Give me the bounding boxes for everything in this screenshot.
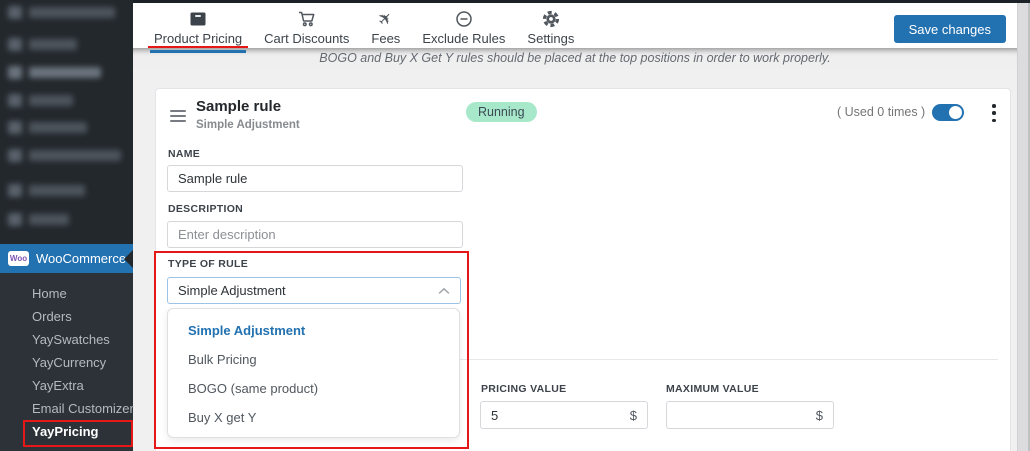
drag-handle-icon[interactable] [170, 110, 186, 122]
product-box-icon [188, 9, 208, 29]
menu-icon [8, 184, 22, 197]
maximum-value-label: MAXIMUM VALUE [666, 383, 759, 395]
active-tab-indicator [150, 50, 247, 53]
sidebar-item-yaycurrency[interactable]: YayCurrency [0, 351, 133, 374]
description-label: DESCRIPTION [168, 203, 244, 215]
sidebar-item-woocommerce[interactable]: Woo WooCommerce [0, 244, 133, 273]
notice-banner: BOGO and Buy X Get Y rules should be pla… [133, 48, 1017, 68]
sidebar-item-orders[interactable]: Orders [0, 305, 133, 328]
currency-suffix: $ [815, 407, 823, 423]
menu-icon [8, 6, 22, 19]
tab-product-pricing[interactable]: Product Pricing [148, 3, 249, 53]
menu-icon [8, 149, 22, 162]
option-buy-x-get-y[interactable]: Buy X get Y [168, 403, 459, 432]
redacted-label [29, 122, 87, 133]
type-of-rule-dropdown: Simple Adjustment Bulk Pricing BOGO (sam… [167, 308, 460, 438]
sidebar-item-home[interactable]: Home [0, 282, 133, 305]
description-input[interactable] [167, 221, 463, 248]
redacted-menu-item[interactable] [8, 149, 121, 163]
currency-suffix: $ [629, 407, 637, 423]
active-menu-arrow-icon [124, 249, 133, 268]
pricing-value-field: $ [480, 401, 648, 429]
chevron-up-icon [438, 287, 450, 294]
type-of-rule-select[interactable]: Simple Adjustment [167, 277, 461, 304]
maximum-value-field: $ [666, 401, 834, 429]
option-bogo-same-product[interactable]: BOGO (same product) [168, 374, 459, 403]
pricing-value-label: PRICING VALUE [481, 383, 567, 395]
menu-icon [8, 94, 22, 107]
woocommerce-icon: Woo [8, 251, 29, 266]
sidebar-item-email-customizer[interactable]: Email Customizer [0, 397, 134, 420]
redacted-label [29, 95, 73, 106]
menu-icon [8, 213, 22, 226]
sidebar-item-yayswatches[interactable]: YaySwatches [0, 328, 133, 351]
name-input[interactable] [167, 165, 463, 192]
gear-icon [541, 9, 561, 29]
sidebar-item-label: WooCommerce [36, 251, 127, 266]
minus-circle-icon [454, 9, 474, 29]
annotation-underline-product-pricing [148, 46, 249, 48]
plane-icon: ✈ [373, 6, 398, 31]
rule-enabled-toggle[interactable] [932, 104, 964, 121]
menu-icon [8, 121, 22, 134]
tab-label: Exclude Rules [422, 31, 506, 46]
tab-label: Settings [527, 31, 575, 46]
option-simple-adjustment[interactable]: Simple Adjustment [168, 316, 459, 345]
redacted-menu-item[interactable] [8, 121, 87, 135]
yaypricing-admin-page: Woo WooCommerce Home Orders YaySwatches … [0, 0, 1030, 451]
redacted-label [29, 39, 77, 50]
name-label: NAME [168, 148, 201, 160]
pricing-value-input[interactable] [491, 407, 630, 423]
redacted-label [29, 150, 121, 161]
content-area: Sample rule Simple Adjustment Running ( … [133, 67, 1017, 451]
redacted-menu-item[interactable] [8, 38, 77, 52]
tab-cart-discounts[interactable]: Cart Discounts [258, 3, 355, 48]
redacted-menu-item[interactable] [8, 213, 69, 227]
selected-value: Simple Adjustment [178, 283, 286, 298]
plugin-tabbar: Product Pricing Cart Discounts ✈ Fees Ex… [133, 3, 1017, 53]
wp-admin-sidebar: Woo WooCommerce Home Orders YaySwatches … [0, 0, 134, 451]
save-changes-button[interactable]: Save changes [893, 15, 1006, 43]
sidebar-item-yayextra[interactable]: YayExtra [0, 374, 133, 397]
kebab-menu-icon[interactable] [987, 102, 1001, 124]
sidebar-item-yaypricing[interactable]: YayPricing [0, 420, 133, 443]
redacted-menu-item[interactable] [8, 66, 101, 80]
tab-settings[interactable]: Settings [521, 3, 580, 48]
toggle-knob [949, 106, 962, 119]
redacted-label [29, 7, 115, 18]
tab-label: Fees [371, 31, 401, 46]
redacted-menu-item[interactable] [8, 184, 85, 198]
scrollbar[interactable] [1017, 3, 1030, 451]
redacted-label [29, 185, 85, 196]
menu-icon [8, 38, 22, 51]
tab-fees[interactable]: ✈ Fees [365, 3, 406, 48]
rule-subtitle: Simple Adjustment [196, 119, 300, 131]
menu-icon [8, 66, 22, 79]
option-bulk-pricing[interactable]: Bulk Pricing [168, 345, 459, 374]
redacted-menu-item[interactable] [8, 94, 73, 108]
notice-text: BOGO and Buy X Get Y rules should be pla… [319, 51, 831, 65]
tab-exclude-rules[interactable]: Exclude Rules [416, 3, 511, 48]
type-of-rule-label: TYPE OF RULE [168, 258, 249, 270]
status-badge: Running [466, 102, 537, 122]
usage-count: ( Used 0 times ) [837, 105, 926, 119]
cart-icon [297, 9, 317, 29]
redacted-label [29, 214, 69, 225]
woocommerce-submenu: Home Orders YaySwatches YayCurrency YayE… [0, 273, 134, 451]
redacted-menu-item[interactable] [8, 6, 115, 20]
tab-label: Product Pricing [154, 31, 243, 46]
rule-card: Sample rule Simple Adjustment Running ( … [154, 88, 1011, 451]
rule-title: Sample rule [196, 98, 282, 115]
tab-label: Cart Discounts [264, 31, 350, 46]
redacted-label [29, 67, 101, 78]
maximum-value-input[interactable] [677, 407, 816, 423]
